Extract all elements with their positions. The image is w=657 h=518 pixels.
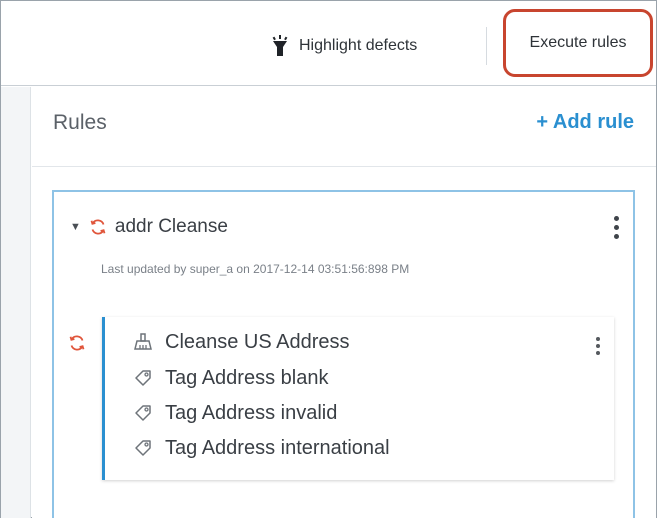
left-gutter [1, 87, 31, 518]
rule-step-label: Tag Address blank [165, 366, 329, 389]
highlight-defects-button[interactable]: Highlight defects [269, 29, 417, 63]
add-rule-button[interactable]: + Add rule [536, 111, 634, 134]
tag-icon [133, 438, 153, 458]
rule-steps-list: Cleanse US Address Tag Address blank Tag… [102, 317, 614, 480]
highlight-defects-label: Highlight defects [299, 37, 418, 54]
rules-panel: Rules + Add rule ▼ addr Cleanse Last upd… [32, 87, 656, 518]
flashlight-icon [269, 35, 291, 57]
execute-rules-label: Execute rules [529, 34, 627, 51]
execute-rules-button[interactable]: Execute rules [503, 9, 653, 77]
rule-last-updated: Last updated by super_a on 2017-12-14 03… [101, 262, 410, 276]
cleanse-icon [133, 332, 153, 352]
rule-step-label: Tag Address international [165, 436, 390, 459]
rule-card[interactable]: ▼ addr Cleanse Last updated by super_a o… [52, 190, 635, 518]
rule-step-label: Cleanse US Address [165, 330, 350, 353]
rule-step-item[interactable]: Cleanse US Address [133, 327, 350, 357]
toolbar-divider [486, 27, 487, 65]
rule-step-item[interactable]: Tag Address invalid [133, 398, 337, 428]
rule-name: addr Cleanse [114, 216, 228, 237]
rules-panel-header: Rules + Add rule [32, 87, 656, 167]
tag-icon [133, 403, 153, 423]
rules-editor-window: Highlight defects Execute rules Rules + … [0, 0, 657, 518]
steps-more-menu-icon[interactable] [594, 337, 602, 361]
steps-sync-icon [68, 334, 86, 357]
sync-icon [89, 218, 107, 236]
rule-more-menu-icon[interactable] [611, 216, 621, 248]
rule-step-item[interactable]: Tag Address blank [133, 363, 328, 393]
rule-step-label: Tag Address invalid [165, 401, 338, 424]
rule-header: ▼ addr Cleanse [70, 214, 228, 240]
rules-panel-title: Rules [53, 111, 107, 134]
toolbar: Highlight defects Execute rules [1, 1, 656, 86]
collapse-caret-icon[interactable]: ▼ [70, 221, 81, 233]
tag-icon [133, 368, 153, 388]
rule-step-item[interactable]: Tag Address international [133, 433, 390, 463]
